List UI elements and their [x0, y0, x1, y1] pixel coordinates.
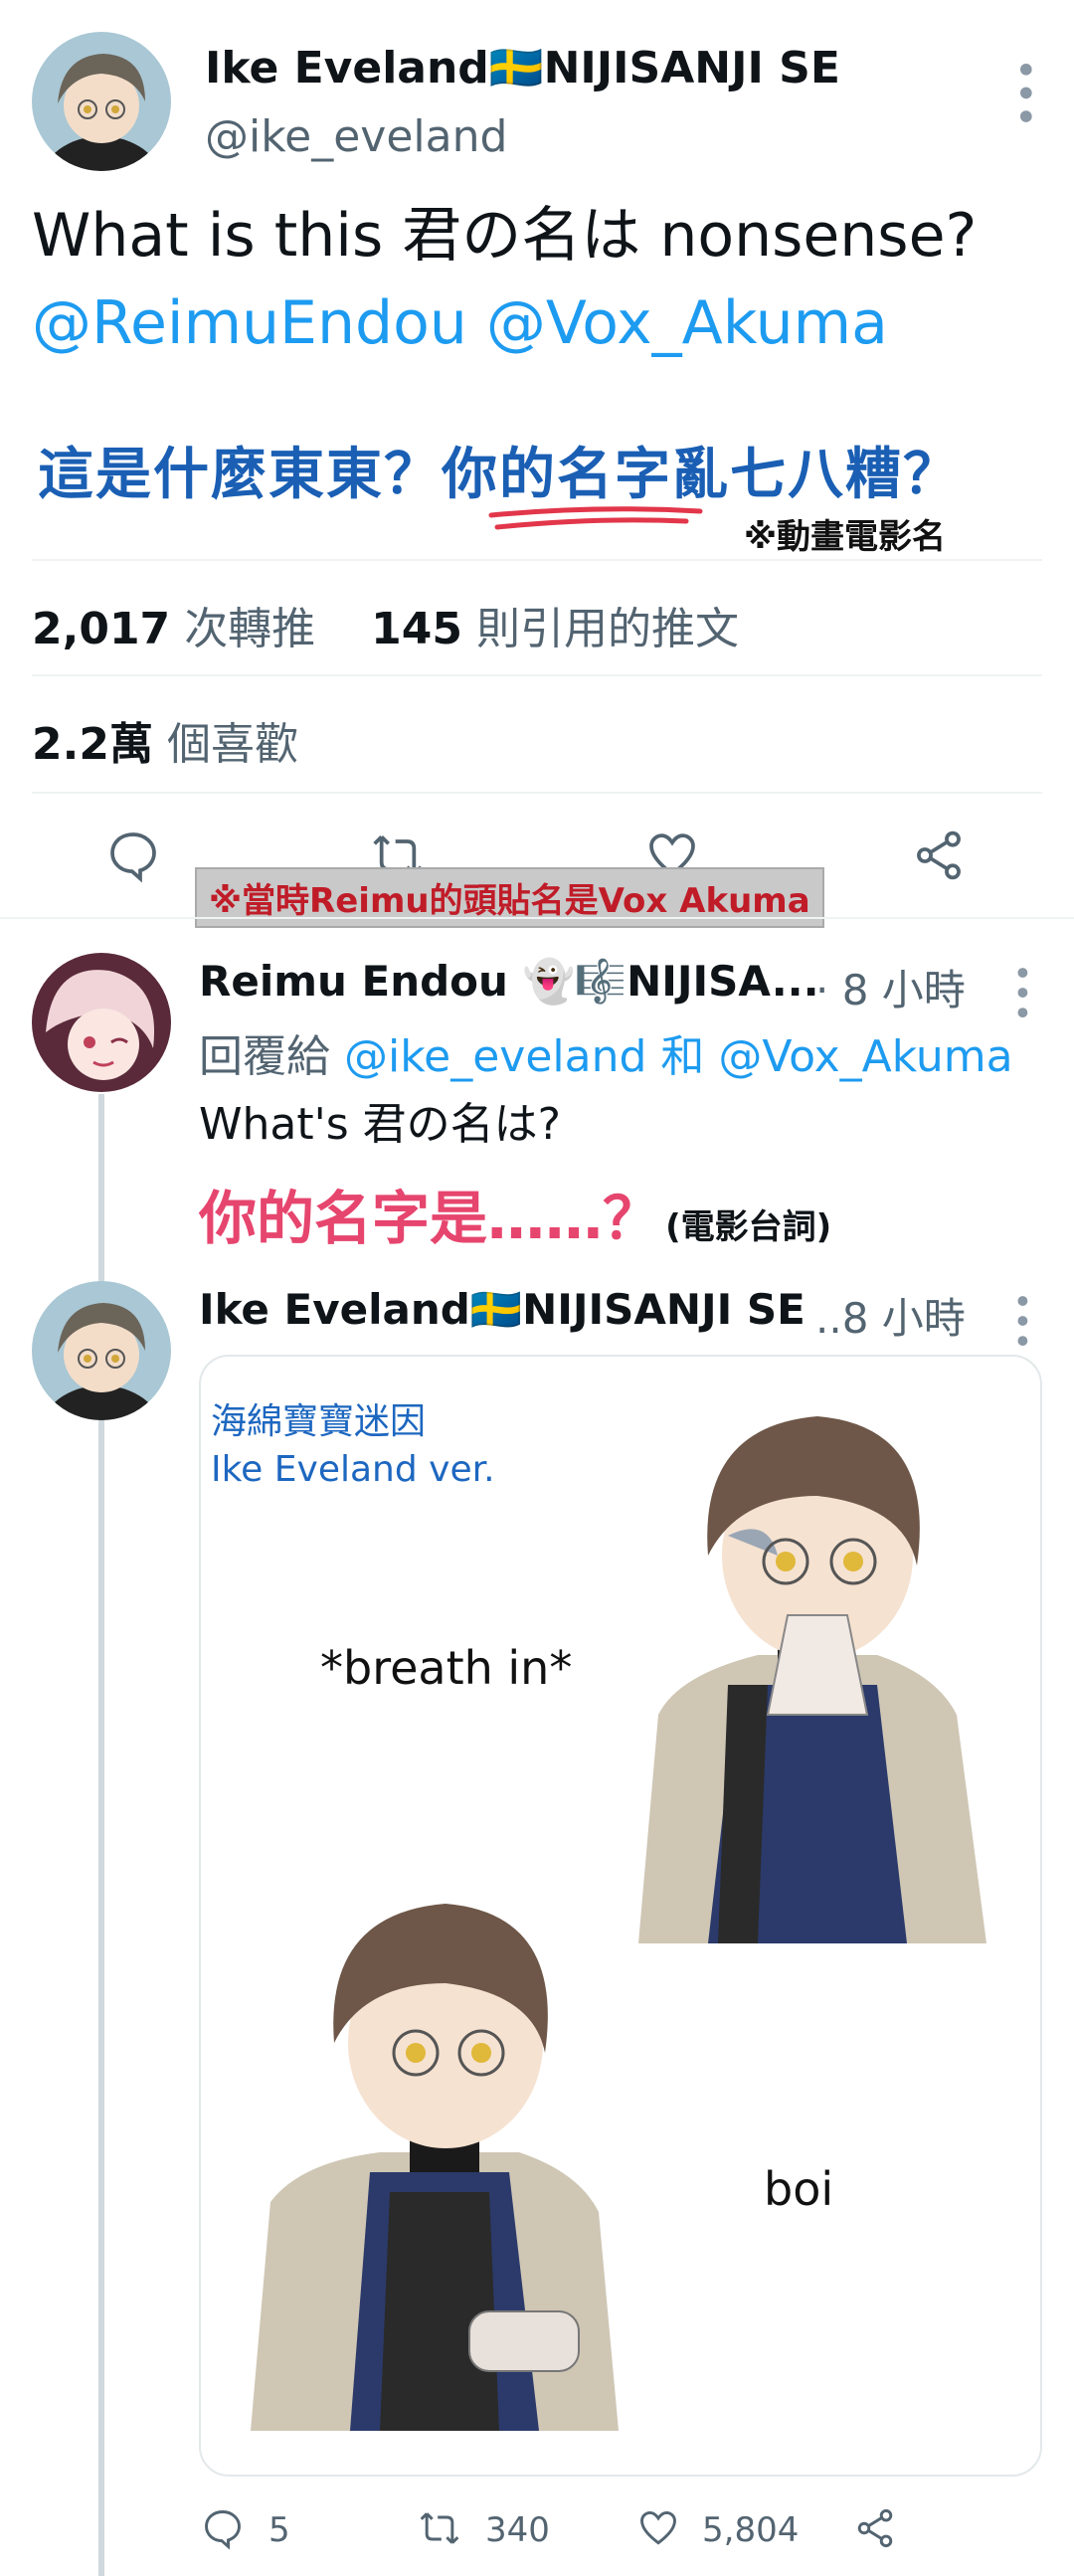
likes-label: 個喜歡 [166, 719, 298, 770]
reply-count: 5 [268, 2510, 290, 2550]
like-icon[interactable] [636, 2506, 680, 2550]
divider [32, 674, 1042, 676]
translation-note-part1: 這是什麼東東？ [38, 443, 442, 507]
reply-display-name-text[interactable]: Ike Eveland [199, 1285, 470, 1334]
meme-text-boi: boi [764, 2162, 834, 2216]
translation-footnote: ※動畫電影名 [744, 517, 947, 557]
reply-translation-text: 你的名字是……？ [199, 1185, 661, 1252]
meme-title: 海綿寶寶迷因 Ike Eveland ver. [211, 1398, 495, 1494]
reply-text: What's 君の名は? [199, 1099, 561, 1150]
retweet-count: 340 [485, 2510, 550, 2550]
reply-display-name-suffix[interactable]: NIJISA... [626, 957, 818, 1006]
underline-mark [488, 506, 703, 530]
likes-stat[interactable]: 2.2萬 個喜歡 [32, 708, 298, 772]
likes-count: 2.2萬 [32, 719, 153, 770]
handle[interactable]: @ike_eveland [205, 111, 507, 162]
mention-link[interactable]: @Vox_Akuma [718, 1031, 1012, 1082]
tweet-text-line1: What is this 君の名は nonsense? [32, 201, 978, 271]
reply-display-name[interactable]: Ike Eveland🇸🇪NIJISANJI SE [199, 1285, 806, 1335]
meme-text-breath: *breath in* [320, 1641, 573, 1695]
meme-title-line1: 海綿寶寶迷因 [211, 1401, 427, 1442]
reply-icon[interactable] [105, 828, 161, 883]
divider [0, 917, 1074, 919]
quotes-label: 則引用的推文 [476, 604, 739, 654]
avatar[interactable] [32, 32, 171, 171]
meme-illustration-top [638, 1416, 986, 1943]
share-icon[interactable] [911, 828, 967, 883]
retweets-count: 2,017 [32, 604, 171, 654]
media-image[interactable]: 海綿寶寶迷因 Ike Eveland ver. *breath in* boi [199, 1355, 1042, 2477]
tweet-text: What is this 君の名は nonsense? [32, 193, 1046, 278]
meme-title-line2: Ike Eveland ver. [211, 1449, 495, 1490]
like-count: 5,804 [702, 2510, 800, 2550]
engagement-stats: 2,017 次轉推 145 則引用的推文 [32, 593, 739, 656]
flag-icon: 🇸🇪 [488, 43, 544, 93]
share-icon[interactable] [853, 2506, 897, 2550]
kebab-icon[interactable]: ••• [1001, 58, 1047, 128]
kebab-icon[interactable]: ••• [1001, 1291, 1041, 1351]
avatar[interactable] [32, 953, 171, 1092]
flag-icon: 🇸🇪 [469, 1285, 523, 1334]
kebab-icon[interactable]: ••• [1001, 963, 1041, 1022]
tweet-mentions: @ReimuEndou @Vox_Akuma [32, 280, 1046, 366]
reply-display-name-suffix[interactable]: NIJISANJI SE [522, 1285, 806, 1334]
retweet-icon[interactable] [418, 2506, 461, 2550]
reply-display-name-text[interactable]: Reimu Endou [199, 957, 508, 1006]
reply-translation-note: (電影台詞) [665, 1207, 832, 1247]
quotes-count: 145 [371, 604, 462, 654]
divider [32, 792, 1042, 794]
mention-link[interactable]: @Vox_Akuma [486, 288, 888, 358]
quotes-stat[interactable]: 145 則引用的推文 [371, 604, 739, 654]
mention-link[interactable]: @ReimuEndou [32, 288, 467, 358]
display-name-suffix[interactable]: NIJISANJI SE [544, 43, 840, 93]
translation-note-part2: 你的名字亂七八糟？ [442, 443, 961, 507]
reply-translation: 你的名字是……？ (電影台詞) [199, 1172, 831, 1255]
reply-timestamp[interactable]: · 8 小時 [815, 957, 966, 1017]
meme-illustration-bottom [251, 1904, 619, 2431]
reply-icon[interactable] [201, 2506, 245, 2550]
display-name-text[interactable]: Ike Eveland [205, 43, 489, 93]
display-name[interactable]: Ike Eveland🇸🇪NIJISANJI SE [205, 42, 840, 93]
retweets-stat[interactable]: 2,017 次轉推 [32, 604, 315, 654]
translation-note: 這是什麼東東？你的名字亂七八糟？ [38, 430, 961, 510]
avatar[interactable] [32, 1281, 171, 1420]
retweets-label: 次轉推 [184, 604, 316, 654]
reply-timestamp[interactable]: ..8 小時 [815, 1285, 966, 1346]
divider [32, 559, 1042, 561]
replying-to: 回覆給 @ike_eveland 和 @Vox_Akuma [199, 1020, 1013, 1084]
mention-link[interactable]: @ike_eveland [344, 1031, 646, 1082]
replying-prefix: 回覆給 [199, 1031, 330, 1082]
reply-display-name[interactable]: Reimu Endou 👻🎼NIJISA... [199, 957, 819, 1007]
replying-and: 和 [660, 1031, 705, 1082]
